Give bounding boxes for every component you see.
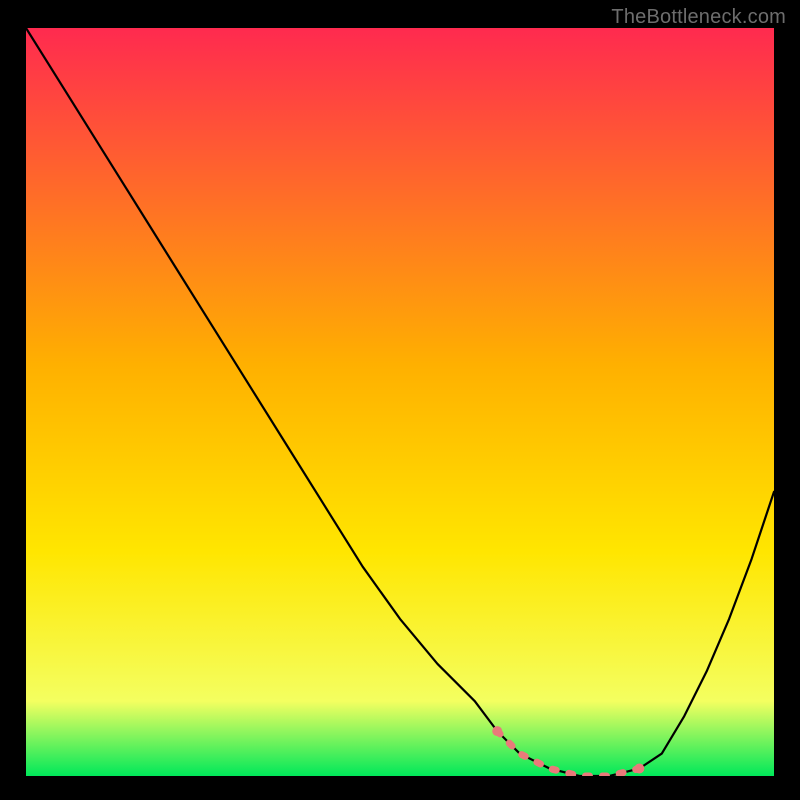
watermark-text: TheBottleneck.com [611,6,786,29]
plot-area [26,28,774,776]
plot-svg [26,28,774,776]
chart-stage: TheBottleneck.com [0,0,800,800]
highlight-endpoint [492,726,502,736]
highlight-endpoint [634,764,644,774]
gradient-background [26,28,774,776]
